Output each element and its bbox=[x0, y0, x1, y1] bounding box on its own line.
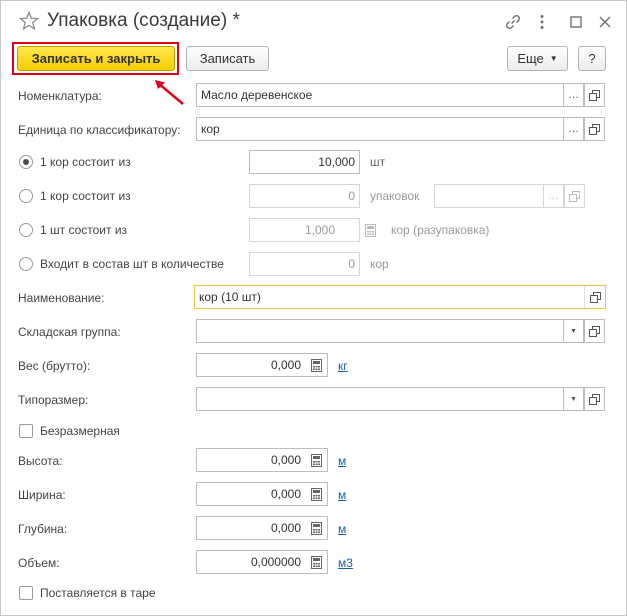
option-suffix-2: упаковок bbox=[370, 189, 420, 203]
size-type-field[interactable] bbox=[196, 387, 564, 411]
volume-unit-link[interactable]: м3 bbox=[338, 556, 353, 570]
depth-value: 0,000 bbox=[270, 521, 301, 535]
option-radio-4[interactable] bbox=[19, 257, 33, 271]
warehouse-group-label: Складская группа: bbox=[18, 325, 121, 339]
chevron-down-icon: ▼ bbox=[549, 54, 558, 63]
nomenclature-value: Масло деревенское bbox=[201, 88, 313, 102]
classifier-unit-field[interactable]: кор bbox=[196, 117, 564, 141]
save-button[interactable]: Записать bbox=[186, 46, 269, 71]
size-type-dropdown-button[interactable]: ▼ bbox=[563, 387, 584, 411]
name-label: Наименование: bbox=[18, 291, 105, 305]
calculator-icon[interactable] bbox=[306, 482, 326, 506]
classifier-unit-select-button[interactable]: … bbox=[563, 117, 584, 141]
option-radio-3[interactable] bbox=[19, 223, 33, 237]
classifier-unit-value: кор bbox=[201, 122, 220, 136]
height-label: Высота: bbox=[18, 454, 63, 468]
option-value-field-1[interactable]: 10,000 bbox=[249, 150, 360, 174]
annotation-arrow-icon bbox=[151, 77, 187, 110]
warehouse-group-dropdown-button[interactable]: ▼ bbox=[563, 319, 584, 343]
depth-label: Глубина: bbox=[18, 522, 68, 536]
option-radio-1[interactable] bbox=[19, 155, 33, 169]
volume-label: Объем: bbox=[18, 556, 60, 570]
open-window-icon bbox=[589, 89, 600, 101]
calculator-icon[interactable] bbox=[306, 448, 326, 472]
option-label-1: 1 кор состоит из bbox=[40, 155, 131, 169]
size-type-label: Типоразмер: bbox=[18, 393, 89, 407]
classifier-unit-open-button[interactable] bbox=[584, 117, 605, 141]
weight-unit-link[interactable]: кг bbox=[338, 359, 348, 373]
option-value-field-4[interactable]: 0 bbox=[249, 252, 360, 276]
save-and-close-button[interactable]: Записать и закрыть bbox=[17, 46, 175, 71]
warehouse-group-field[interactable] bbox=[196, 319, 564, 343]
in-container-checkbox[interactable] bbox=[19, 586, 33, 600]
option-label-4: Входит в состав шт в количестве bbox=[40, 257, 224, 271]
ellipsis-icon: … bbox=[568, 123, 579, 135]
size-type-open-button[interactable] bbox=[584, 387, 605, 411]
package-type-select-button[interactable]: … bbox=[543, 184, 564, 208]
open-window-icon bbox=[589, 291, 601, 303]
nomenclature-field[interactable]: Масло деревенское bbox=[196, 83, 564, 107]
more-vertical-icon[interactable] bbox=[537, 13, 547, 34]
weight-label: Вес (брутто): bbox=[18, 359, 91, 373]
option-suffix-4: кор bbox=[370, 257, 389, 271]
more-button[interactable]: Еще ▼ bbox=[507, 46, 568, 71]
calculator-icon[interactable] bbox=[306, 353, 326, 377]
ellipsis-icon: … bbox=[568, 89, 579, 101]
name-value: кор (10 шт) bbox=[199, 290, 261, 304]
package-type-field[interactable] bbox=[434, 184, 544, 208]
option-value-3: 1,000 bbox=[304, 223, 335, 237]
volume-value: 0,000000 bbox=[250, 555, 301, 569]
option-value-field-3[interactable]: 1,000 bbox=[249, 218, 360, 242]
packaging-form-window: Упаковка (создание) * Записать и закрыть… bbox=[0, 0, 627, 616]
option-suffix-1: шт bbox=[370, 155, 386, 169]
warehouse-group-open-button[interactable] bbox=[584, 319, 605, 343]
option-label-2: 1 кор состоит из bbox=[40, 189, 131, 203]
weight-value: 0,000 bbox=[270, 358, 301, 372]
open-window-icon bbox=[589, 393, 600, 405]
nomenclature-label: Номенклатура: bbox=[18, 89, 102, 103]
option-suffix-3: кор (разупаковка) bbox=[391, 223, 490, 237]
favorite-star-icon[interactable] bbox=[18, 10, 40, 31]
classifier-unit-label: Единица по классификатору: bbox=[18, 123, 181, 137]
option-value-2: 0 bbox=[348, 189, 355, 203]
option-label-3: 1 шт состоит из bbox=[40, 223, 128, 237]
height-value: 0,000 bbox=[270, 453, 301, 467]
dimensionless-checkbox[interactable] bbox=[19, 424, 33, 438]
open-window-icon bbox=[589, 123, 600, 135]
option-value-4: 0 bbox=[348, 257, 355, 271]
width-unit-link[interactable]: м bbox=[338, 488, 346, 502]
calculator-icon[interactable] bbox=[306, 516, 326, 540]
open-window-icon bbox=[569, 190, 580, 202]
open-window-icon bbox=[589, 325, 600, 337]
calculator-icon[interactable] bbox=[306, 550, 326, 574]
name-field[interactable]: кор (10 шт) bbox=[194, 285, 606, 309]
in-container-label: Поставляется в таре bbox=[40, 586, 156, 600]
more-button-label: Еще bbox=[517, 51, 544, 66]
nomenclature-open-button[interactable] bbox=[584, 83, 605, 107]
maximize-icon[interactable] bbox=[570, 16, 582, 31]
option-value-1: 10,000 bbox=[318, 155, 355, 169]
chevron-down-icon: ▼ bbox=[570, 327, 577, 335]
window-title: Упаковка (создание) * bbox=[47, 10, 240, 31]
ellipsis-icon: … bbox=[548, 190, 559, 202]
calculator-icon[interactable] bbox=[360, 218, 380, 242]
option-radio-2[interactable] bbox=[19, 189, 33, 203]
dimensionless-label: Безразмерная bbox=[40, 424, 120, 438]
close-icon[interactable] bbox=[599, 16, 611, 31]
link-icon[interactable] bbox=[504, 13, 522, 34]
option-value-field-2[interactable]: 0 bbox=[249, 184, 360, 208]
width-label: Ширина: bbox=[18, 488, 66, 502]
nomenclature-select-button[interactable]: … bbox=[563, 83, 584, 107]
name-open-button[interactable] bbox=[584, 286, 605, 308]
depth-unit-link[interactable]: м bbox=[338, 522, 346, 536]
chevron-down-icon: ▼ bbox=[570, 395, 577, 403]
height-unit-link[interactable]: м bbox=[338, 454, 346, 468]
help-button[interactable]: ? bbox=[578, 46, 606, 71]
package-type-open-button[interactable] bbox=[564, 184, 585, 208]
width-value: 0,000 bbox=[270, 487, 301, 501]
